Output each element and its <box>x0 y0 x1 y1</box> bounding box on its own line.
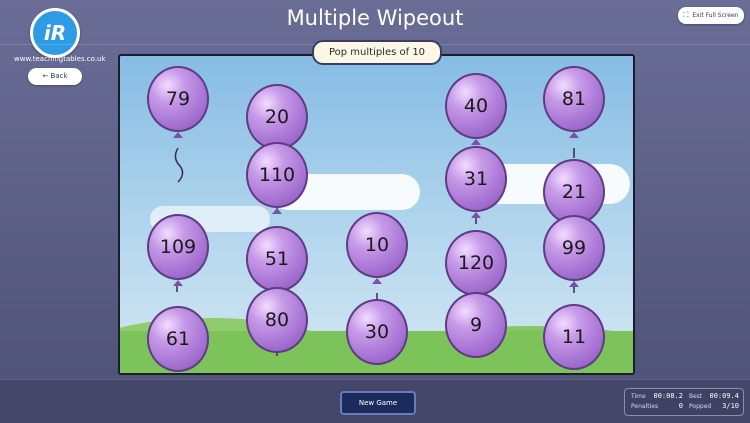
balloon[interactable]: 31 <box>445 146 507 212</box>
exit-full-screen-label: Exit Full Screen <box>692 12 739 19</box>
page-title: Multiple Wipeout <box>286 6 464 30</box>
balloon-knot <box>471 212 481 218</box>
balloon-knot <box>173 132 183 138</box>
balloon-knot <box>569 281 579 287</box>
balloon[interactable]: 80 <box>246 287 308 353</box>
balloon[interactable]: 40 <box>445 73 507 139</box>
game-area: 79 109 61 20 110 51 80 10 30 40 31 120 9… <box>118 54 635 375</box>
balloon[interactable]: 79 <box>147 66 209 132</box>
balloon[interactable]: 81 <box>543 66 605 132</box>
best-value: 00:09.4 <box>709 392 739 400</box>
balloon-knot <box>372 278 382 284</box>
time-label: Time <box>631 393 646 400</box>
penalties-value: 0 <box>678 402 683 410</box>
popped-label: Popped <box>689 403 712 410</box>
stats-panel: Time 00:08.2 Best 00:09.4 Penalties 0 Po… <box>624 388 744 416</box>
back-button[interactable]: ← Back <box>28 68 82 85</box>
balloon-knot <box>569 132 579 138</box>
balloon[interactable]: 9 <box>445 292 507 358</box>
balloon[interactable]: 11 <box>543 304 605 370</box>
popped-value: 3/10 <box>722 402 739 410</box>
balloon-knot <box>272 208 282 214</box>
balloon[interactable]: 20 <box>246 84 308 150</box>
balloon[interactable]: 109 <box>147 214 209 280</box>
balloon-string <box>174 147 184 183</box>
balloon-knot <box>471 139 481 145</box>
balloon[interactable]: 30 <box>346 299 408 365</box>
expand-icon: ⛶ <box>683 11 689 19</box>
site-url: www.teachingtables.co.uk <box>14 55 106 63</box>
balloon[interactable]: 110 <box>246 142 308 208</box>
instruction-label: Pop multiples of 10 <box>312 40 442 65</box>
balloon[interactable]: 51 <box>246 226 308 292</box>
balloon[interactable]: 61 <box>147 306 209 372</box>
balloon[interactable]: 10 <box>346 212 408 278</box>
balloon-knot <box>173 280 183 286</box>
exit-full-screen-button[interactable]: ⛶ Exit Full Screen <box>678 7 744 24</box>
time-value: 00:08.2 <box>653 392 683 400</box>
new-game-button[interactable]: New Game <box>340 391 416 415</box>
balloon[interactable]: 120 <box>445 230 507 296</box>
penalties-label: Penalties <box>631 403 659 410</box>
balloon[interactable]: 99 <box>543 215 605 281</box>
